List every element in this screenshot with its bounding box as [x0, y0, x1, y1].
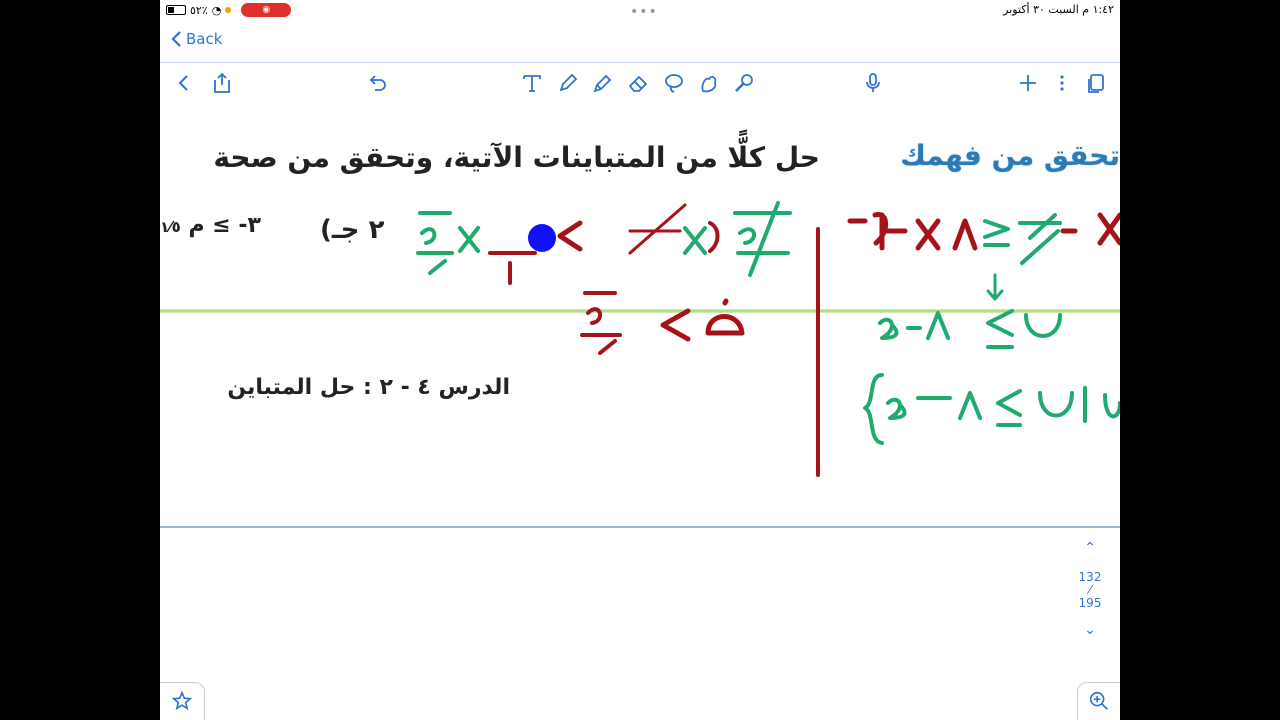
wifi-icon: ◔ [211, 3, 222, 17]
share-icon[interactable] [210, 71, 234, 95]
zoom-in-icon [1089, 691, 1108, 710]
ink-eight [952, 218, 978, 251]
ink-arrow-down [986, 273, 1004, 301]
current-page: 132 [1078, 570, 1102, 584]
back-button[interactable]: Back [170, 30, 222, 48]
ink-minus-48 [886, 391, 982, 420]
laser-pointer-dot [528, 224, 556, 252]
undo-icon[interactable] [365, 71, 389, 95]
more-options-icon[interactable] [1050, 71, 1074, 95]
chevron-left-icon [171, 31, 181, 47]
nav-bar: Back [160, 22, 1120, 60]
chevron-left-icon[interactable] [172, 71, 196, 95]
ink-geq [986, 309, 1014, 349]
ink-less-than [557, 220, 583, 252]
page-slash-icon: ⁄ [1088, 583, 1091, 597]
ink-times [683, 226, 707, 255]
ink-times [1097, 212, 1120, 246]
zoom-button[interactable] [1077, 682, 1120, 720]
battery-percent: ٥٢٪ [190, 3, 208, 17]
page-up-icon[interactable]: ⌃ [1070, 540, 1110, 556]
ink-fraction [580, 291, 622, 355]
lasso-tool-icon[interactable] [662, 71, 686, 95]
eraser-tool-icon[interactable] [626, 71, 650, 95]
total-pages: 195 [1078, 596, 1102, 610]
ink-cross-out [628, 203, 687, 255]
ink-times [458, 226, 480, 253]
star-icon [171, 690, 193, 711]
ink-less-than [660, 308, 691, 342]
ink-times [915, 218, 941, 251]
pages-icon[interactable] [1084, 71, 1108, 95]
text-tool-icon[interactable] [520, 71, 544, 95]
multitasking-dots-icon[interactable]: ••• [630, 4, 658, 20]
app-screen: ٥٢٪ ◔ ◉ ١:٤٢ م السبت ٣٠ أكتوبر ••• Back [160, 0, 1120, 720]
annotation-toolbar [160, 62, 1120, 104]
ink-geq [996, 389, 1022, 427]
status-datetime: ١:٤٢ م السبت ٣٠ أكتوبر [1003, 3, 1114, 16]
bookmark-button[interactable] [160, 682, 205, 720]
ink-stroke [847, 212, 889, 251]
pen-tool-icon[interactable] [556, 71, 580, 95]
shapes-tool-icon[interactable] [697, 71, 721, 95]
screen-recording-icon[interactable]: ◉ [241, 3, 292, 17]
ink-letter-fa [705, 298, 745, 336]
ink-fraction [1018, 213, 1062, 265]
ink-fraction [416, 211, 454, 275]
laser-pointer-icon[interactable] [732, 71, 756, 95]
add-icon[interactable] [1016, 71, 1040, 95]
highlighter-tool-icon[interactable] [591, 71, 615, 95]
handwriting-layer [416, 201, 1120, 477]
page-indicator[interactable]: ⌃ 132 ⁄ 195 ⌄ [1070, 540, 1110, 638]
document-page[interactable]: تحقق من فهمك حل كلًّا من المتباينات الآت… [160, 103, 1120, 528]
mic-in-use-icon [225, 7, 232, 13]
ink-minus-48 [878, 311, 950, 340]
ink-letter-nun [1024, 313, 1062, 338]
ink-words [1038, 386, 1120, 423]
ink-geq [983, 219, 1010, 247]
page-separator [160, 526, 1120, 528]
ink-paren [708, 221, 720, 253]
ink-brace [863, 373, 884, 445]
microphone-icon[interactable] [861, 71, 885, 95]
page-down-icon[interactable]: ⌄ [1070, 622, 1110, 638]
ink-fraction [733, 201, 792, 277]
back-label: Back [186, 30, 223, 48]
ink-fraction-bar [488, 251, 537, 285]
battery-icon [166, 5, 186, 15]
